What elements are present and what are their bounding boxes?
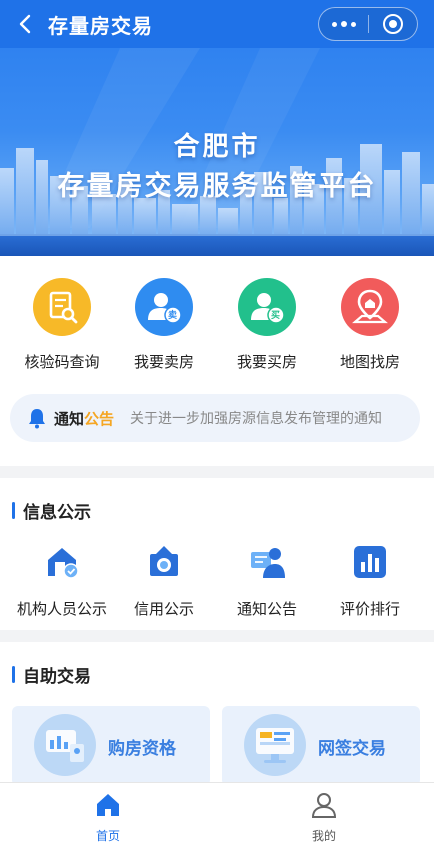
sell-user-icon: 卖	[135, 278, 193, 336]
quick-sell-house[interactable]: 卖 我要卖房	[110, 278, 218, 372]
notice-tag-announce: 公告	[84, 409, 115, 428]
buy-user-icon: 买	[238, 278, 296, 336]
info-agency-staff[interactable]: 机构人员公示	[8, 542, 116, 619]
info-section-title: 信息公示	[23, 502, 91, 523]
tile-online-contract[interactable]: 网签交易	[222, 706, 420, 786]
quick-verify-code[interactable]: 核验码查询	[8, 278, 116, 372]
tab-mine[interactable]: 我的	[264, 791, 384, 844]
tile-qualification-label: 购房资格	[108, 739, 176, 759]
info-credit[interactable]: 信用公示	[110, 542, 218, 619]
page-title: 存量房交易	[48, 13, 153, 38]
quick-verify-label: 核验码查询	[24, 353, 100, 371]
self-section-title: 自助交易	[23, 666, 91, 687]
target-close-icon	[382, 14, 403, 34]
chevron-left-icon	[19, 14, 31, 34]
back-button[interactable]	[8, 0, 42, 48]
info-publicity-section: 信息公示 机构人员公示 信用公示 通知公告 评价排行	[0, 478, 434, 630]
close-mini-program-button[interactable]	[369, 8, 417, 40]
bar-chart-icon	[354, 546, 386, 578]
hero-banner: 合肥市 存量房交易服务监管平台	[0, 48, 434, 256]
info-agency-label: 机构人员公示	[16, 600, 107, 618]
info-notice-label: 通知公告	[236, 600, 297, 618]
quick-map-label: 地图找房	[339, 353, 400, 371]
info-notice[interactable]: 通知公告	[213, 542, 321, 619]
agency-house-icon	[48, 548, 79, 579]
notice-text: 关于进一步加强房源信息发布管理的通知	[130, 411, 383, 427]
bottom-tab-bar: 首页 我的	[0, 782, 434, 854]
more-dots-icon	[331, 21, 337, 27]
document-search-icon	[33, 278, 91, 336]
banner-platform-title: 存量房交易服务监管平台	[57, 171, 377, 202]
announcement-person-icon	[251, 548, 285, 578]
info-rating-label: 评价排行	[339, 600, 400, 618]
user-icon	[311, 793, 337, 818]
top-nav-bar: 存量房交易	[0, 0, 434, 48]
notice-bar[interactable]: 通知 公告 关于进一步加强房源信息发布管理的通知	[10, 394, 420, 442]
self-section-header: 自助交易	[12, 664, 91, 687]
section-accent-bar	[12, 665, 15, 683]
home-icon	[97, 794, 119, 816]
tab-home[interactable]: 首页	[48, 791, 168, 844]
tile-purchase-qualification[interactable]: 购房资格	[12, 706, 210, 786]
info-credit-label: 信用公示	[133, 600, 194, 618]
section-accent-bar	[12, 501, 15, 519]
tab-mine-label: 我的	[311, 829, 336, 843]
quick-actions-row: 核验码查询 卖 我要卖房 买 我要买房 地图找房	[0, 278, 434, 378]
quick-actions-card: 核验码查询 卖 我要卖房 买 我要买房 地图找房 通知 公告 关于进一步加强房源…	[0, 256, 434, 466]
tile-contract-label: 网签交易	[318, 739, 386, 759]
credit-badge-icon	[150, 546, 178, 576]
info-section-header: 信息公示	[12, 500, 91, 523]
self-service-section: 自助交易 购房资格 网签交易	[0, 642, 434, 786]
more-menu-button[interactable]	[319, 8, 368, 40]
quick-map-search[interactable]: 地图找房	[316, 278, 424, 372]
info-items-row: 机构人员公示 信用公示 通知公告 评价排行	[0, 542, 434, 622]
sell-badge: 卖	[168, 311, 178, 321]
banner-city-title: 合肥市	[173, 132, 261, 162]
info-rating-rank[interactable]: 评价排行	[316, 542, 424, 619]
map-pin-icon	[341, 278, 399, 336]
quick-sell-label: 我要卖房	[133, 353, 194, 371]
tab-home-label: 首页	[95, 829, 120, 843]
quick-buy-house[interactable]: 买 我要买房	[213, 278, 321, 372]
quick-buy-label: 我要买房	[236, 353, 297, 371]
buy-badge: 买	[271, 311, 281, 321]
bell-icon	[29, 409, 45, 429]
contract-monitor-icon	[244, 714, 306, 776]
qualification-icon	[34, 714, 96, 776]
mini-program-capsule	[318, 7, 418, 41]
notice-tag-notify: 通知	[54, 409, 85, 428]
